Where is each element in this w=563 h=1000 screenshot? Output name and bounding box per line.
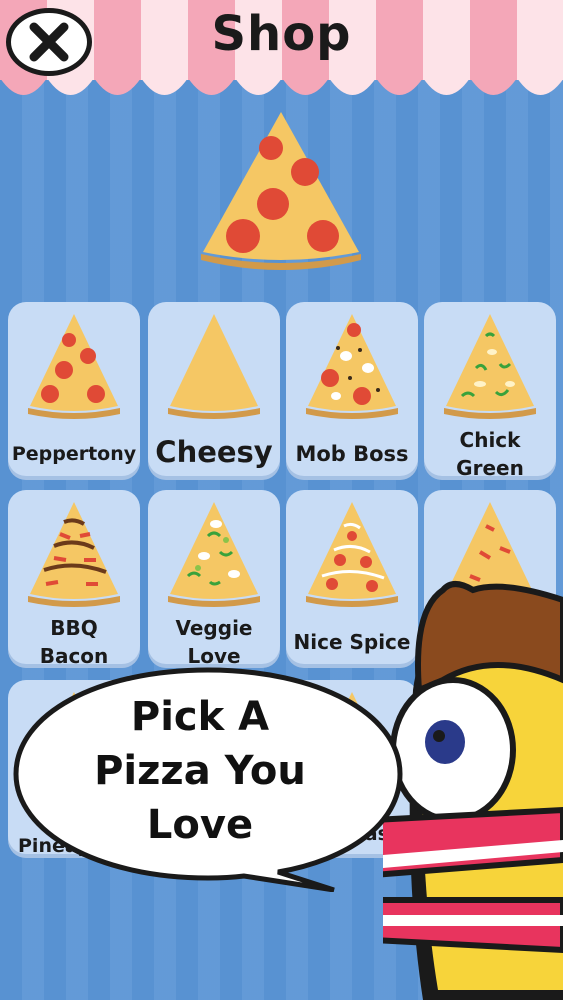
mascot-character [383,581,563,1000]
pizza-card-label: Cheesy [155,435,273,469]
pizza-card-bbq-bacon[interactable]: BBQ Bacon [8,490,140,668]
pizza-card-label-line1: BBQ [50,616,98,640]
cheese-pizza-slice-icon [168,314,260,419]
pizza-card-label-line1: Veggie [175,616,253,640]
pizza-card-peppertony[interactable]: Peppertony [8,302,140,480]
pizza-card-label-line2: Green [456,456,524,480]
pizza-card-label: Peppertony [11,443,137,465]
pepperoni-pizza-slice-icon [28,314,120,419]
speech-line-2: Pizza You [94,748,306,794]
selected-pizza-icon [201,112,361,270]
pizza-card-cheesy[interactable]: Cheesy [148,302,280,480]
speech-bubble-text: Pick A Pizza You Love [40,690,360,852]
pizza-card-chick-green[interactable]: Chick Green [424,302,556,480]
pizza-card-label: Mob Boss [295,442,409,466]
pizza-card-label-line1: Chick [459,428,521,452]
pizza-card-veggie-love[interactable]: Veggie Love [148,490,280,668]
veggie-pizza-slice-icon [168,502,260,607]
pizza-card-mob-boss[interactable]: Mob Boss [286,302,418,480]
speech-line-3: Love [146,802,254,848]
bbq-bacon-pizza-slice-icon [28,502,120,607]
chicken-green-pizza-slice-icon [444,314,536,419]
speech-line-1: Pick A [130,694,270,740]
mob-boss-pizza-slice-icon [306,314,398,419]
page-title: Shop [211,6,352,62]
